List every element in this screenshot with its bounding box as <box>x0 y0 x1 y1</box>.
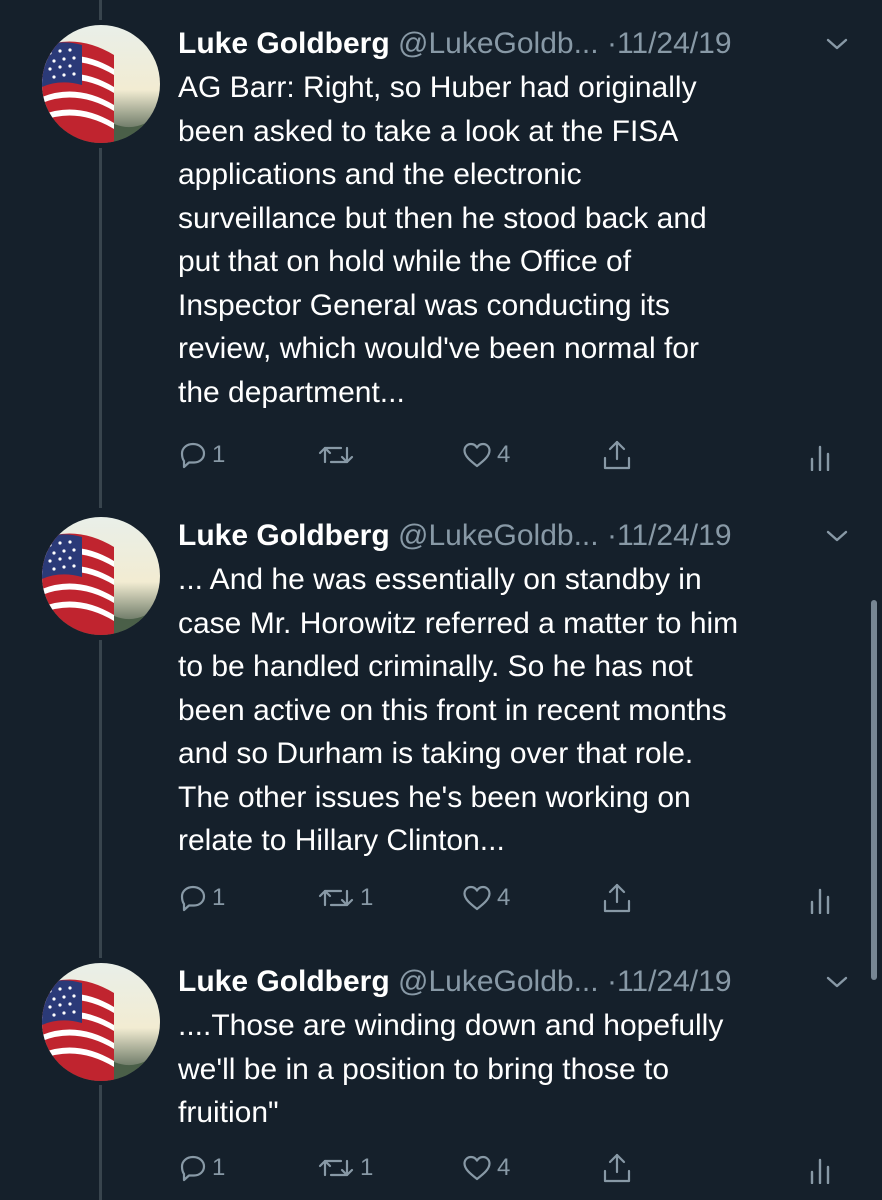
like-button[interactable]: 4 <box>461 433 510 477</box>
retweet-count: 1 <box>360 884 374 911</box>
flag-avatar-image <box>42 25 160 143</box>
tweet[interactable]: Luke Goldberg @LukeGoldb... ·11/24/19 ..… <box>0 492 882 938</box>
reply-icon <box>180 442 206 469</box>
retweet-button[interactable] <box>316 433 360 477</box>
author-name[interactable]: Luke Goldberg <box>178 519 390 552</box>
reply-button[interactable]: 1 <box>178 876 225 920</box>
tweet-header: Luke Goldberg @LukeGoldb... ·11/24/19 <box>178 960 858 1004</box>
reply-count: 1 <box>212 884 226 911</box>
analytics-button[interactable] <box>806 1146 836 1190</box>
tweet-actions: 1 1 4 <box>178 876 858 920</box>
tweet-header: Luke Goldberg @LukeGoldb... ·11/24/19 <box>178 514 858 558</box>
analytics-icon <box>810 445 830 471</box>
reply-icon <box>180 1155 206 1182</box>
retweet-icon <box>318 446 354 464</box>
heart-icon <box>463 885 491 911</box>
retweet-icon <box>318 1159 354 1177</box>
heart-icon <box>463 1155 491 1181</box>
analytics-icon <box>810 888 830 914</box>
retweet-button[interactable]: 1 <box>316 1146 373 1190</box>
heart-icon <box>463 442 491 468</box>
chevron-down-icon[interactable] <box>824 526 850 546</box>
reply-button[interactable]: 1 <box>178 433 225 477</box>
tweet-actions: 1 4 <box>178 433 858 477</box>
tweet-date[interactable]: 11/24/19 <box>617 519 732 552</box>
analytics-button[interactable] <box>806 876 836 920</box>
tweet-text: AG Barr: Right, so Huber had originally … <box>178 71 707 409</box>
chevron-down-icon[interactable] <box>824 34 850 54</box>
flag-avatar-image <box>42 517 160 635</box>
reply-icon <box>180 885 206 912</box>
share-icon <box>603 440 631 470</box>
analytics-icon <box>810 1158 830 1184</box>
author-handle[interactable]: @LukeGoldb... <box>398 27 599 60</box>
separator: · <box>606 519 617 552</box>
retweet-count: 1 <box>360 1154 374 1181</box>
like-count: 4 <box>497 884 511 911</box>
author-name[interactable]: Luke Goldberg <box>178 27 390 60</box>
avatar[interactable] <box>42 517 160 635</box>
share-button[interactable] <box>600 876 634 920</box>
tweet-header: Luke Goldberg @LukeGoldb... ·11/24/19 <box>178 22 858 66</box>
like-count: 4 <box>497 441 511 468</box>
tweet-text: ... And he was essentially on standby in… <box>178 563 739 857</box>
flag-avatar-image <box>42 963 160 1081</box>
author-handle[interactable]: @LukeGoldb... <box>398 519 599 552</box>
share-icon <box>603 883 631 913</box>
tweet-actions: 1 1 4 <box>178 1146 858 1190</box>
share-button[interactable] <box>600 433 634 477</box>
like-button[interactable]: 4 <box>461 1146 510 1190</box>
tweet-date[interactable]: 11/24/19 <box>617 965 732 998</box>
chevron-down-icon[interactable] <box>824 972 850 992</box>
tweet[interactable]: Luke Goldberg @LukeGoldb... ·11/24/19 ..… <box>0 938 882 1200</box>
reply-count: 1 <box>212 1154 226 1181</box>
tweet-date[interactable]: 11/24/19 <box>617 27 732 60</box>
retweet-icon <box>318 889 354 907</box>
like-count: 4 <box>497 1154 511 1181</box>
reply-count: 1 <box>212 441 226 468</box>
share-button[interactable] <box>600 1146 634 1190</box>
tweet-text: ....Those are winding down and hopefully… <box>178 1009 724 1129</box>
author-handle[interactable]: @LukeGoldb... <box>398 965 599 998</box>
like-button[interactable]: 4 <box>461 876 510 920</box>
reply-button[interactable]: 1 <box>178 1146 225 1190</box>
separator: · <box>606 965 617 998</box>
author-name[interactable]: Luke Goldberg <box>178 965 390 998</box>
analytics-button[interactable] <box>806 433 836 477</box>
avatar[interactable] <box>42 963 160 1081</box>
avatar[interactable] <box>42 25 160 143</box>
share-icon <box>603 1153 631 1183</box>
retweet-button[interactable]: 1 <box>316 876 373 920</box>
separator: · <box>606 27 617 60</box>
tweet[interactable]: Luke Goldberg @LukeGoldb... ·11/24/19 AG… <box>0 0 882 490</box>
